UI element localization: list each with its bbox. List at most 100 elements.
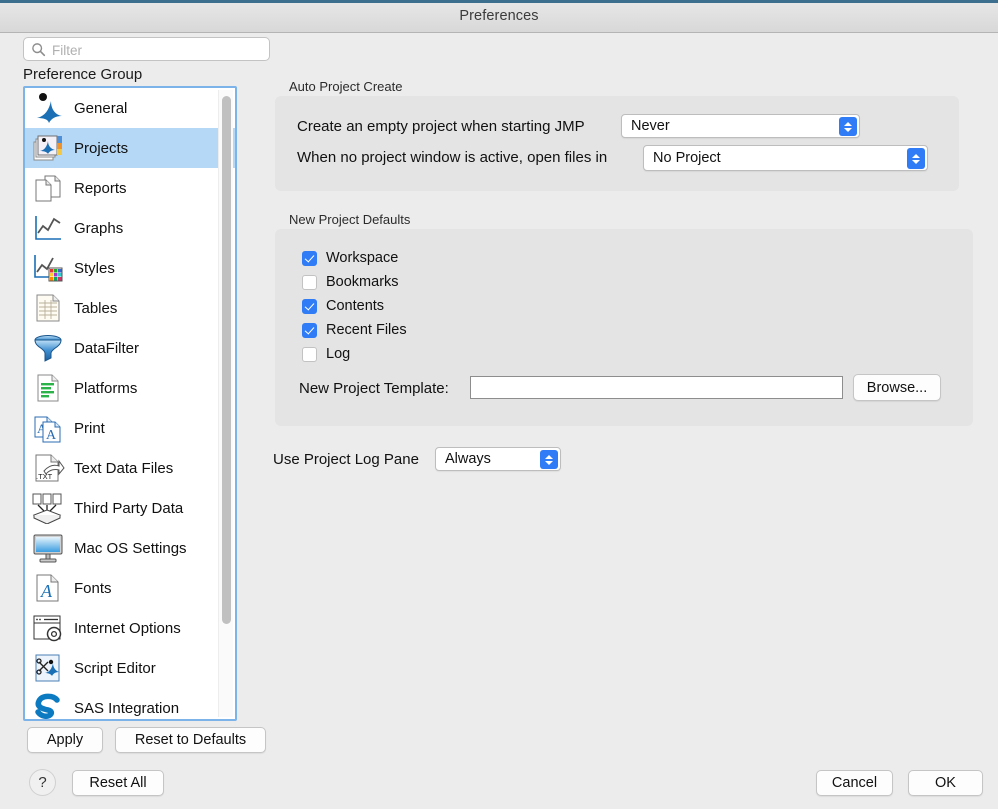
search-input[interactable] [50, 38, 269, 62]
new-project-defaults-title: New Project Defaults [289, 212, 410, 227]
table-document-icon [28, 290, 68, 326]
sidebar-item-label: Reports [74, 180, 127, 197]
checkbox-label-contents: Contents [326, 298, 384, 314]
sidebar-item-label: Styles [74, 260, 115, 277]
projects-stack-icon [28, 130, 68, 166]
browse-button[interactable]: Browse... [853, 374, 941, 401]
use-project-log-pane-value: Always [445, 451, 491, 467]
ok-button[interactable]: OK [908, 770, 983, 796]
sidebar-item-label: Tables [74, 300, 117, 317]
sidebar-item-text-data-files[interactable]: .TXT Text Data Files [25, 448, 235, 488]
sidebar-item-label: DataFilter [74, 340, 139, 357]
checkbox-contents[interactable] [302, 299, 317, 314]
checkbox-recent-files[interactable] [302, 323, 317, 338]
sidebar-scrollbar-thumb[interactable] [222, 96, 231, 624]
chevron-updown-icon[interactable] [907, 148, 925, 169]
reset-to-defaults-button[interactable]: Reset to Defaults [115, 727, 266, 753]
create-empty-project-value: Never [631, 118, 670, 134]
sidebar-item-platforms[interactable]: Platforms [25, 368, 235, 408]
preference-group-list[interactable]: General Projects Reports Graphs Styles Tables… [23, 86, 237, 721]
third-party-import-icon [28, 490, 68, 526]
sidebar-item-label: Internet Options [74, 620, 181, 637]
preference-group-list-inner: General Projects Reports Graphs Styles Tables… [25, 88, 235, 719]
title-bar-accent-line [0, 0, 998, 3]
create-empty-project-label: Create an empty project when starting JM… [297, 118, 585, 135]
green-list-document-icon [28, 370, 68, 406]
print-pages-icon: AA [28, 410, 68, 446]
script-scissors-icon [28, 650, 68, 686]
reset-all-button[interactable]: Reset All [72, 770, 164, 796]
checkbox-row-contents[interactable]: Contents [302, 297, 384, 315]
checkbox-workspace[interactable] [302, 251, 317, 266]
checkbox-label-log: Log [326, 346, 350, 362]
chevron-updown-icon[interactable] [839, 117, 857, 136]
sidebar-item-label: Platforms [74, 380, 137, 397]
open-files-in-label: When no project window is active, open f… [297, 149, 607, 166]
sidebar-item-label: Script Editor [74, 660, 156, 677]
sidebar-item-label: General [74, 100, 127, 117]
sidebar-item-label: Mac OS Settings [74, 540, 187, 557]
use-project-log-pane-dropdown[interactable]: Always [435, 447, 561, 471]
svg-text:A: A [46, 428, 57, 443]
sidebar-item-fonts[interactable]: A Fonts [25, 568, 235, 608]
auto-project-create-group [275, 96, 959, 191]
checkbox-label-workspace: Workspace [326, 250, 398, 266]
help-button[interactable]: ? [29, 769, 56, 796]
new-project-template-input[interactable] [470, 376, 843, 399]
checkbox-log[interactable] [302, 347, 317, 362]
chevron-updown-icon[interactable] [540, 450, 558, 469]
sidebar-item-internet-options[interactable]: Internet Options [25, 608, 235, 648]
window-title: Preferences [0, 8, 998, 24]
checkbox-row-recent-files[interactable]: Recent Files [302, 321, 407, 339]
sidebar-item-script-editor[interactable]: Script Editor [25, 648, 235, 688]
line-chart-icon [28, 210, 68, 246]
sidebar-item-sas-integration[interactable]: SAS Integration [25, 688, 235, 719]
sidebar-item-graphs[interactable]: Graphs [25, 208, 235, 248]
txt-import-icon: .TXT [28, 450, 68, 486]
sidebar-item-styles[interactable]: Styles [25, 248, 235, 288]
open-files-in-value: No Project [653, 150, 721, 166]
checkbox-row-bookmarks[interactable]: Bookmarks [302, 273, 399, 291]
new-project-template-label: New Project Template: [299, 380, 449, 397]
preference-group-label: Preference Group [23, 66, 142, 83]
sidebar-item-label: Print [74, 420, 105, 437]
sidebar-item-mac-os-settings[interactable]: Mac OS Settings [25, 528, 235, 568]
sidebar-item-third-party-data[interactable]: Third Party Data [25, 488, 235, 528]
jmp-star-icon [28, 90, 68, 126]
checkbox-row-log[interactable]: Log [302, 345, 350, 363]
sidebar-item-label: Text Data Files [74, 460, 173, 477]
sidebar-item-label: Graphs [74, 220, 123, 237]
sidebar-item-reports[interactable]: Reports [25, 168, 235, 208]
checkbox-label-recent-files: Recent Files [326, 322, 407, 338]
monitor-icon [28, 530, 68, 566]
sidebar-item-label: SAS Integration [74, 700, 179, 717]
sidebar-item-tables[interactable]: Tables [25, 288, 235, 328]
browser-gear-icon [28, 610, 68, 646]
sidebar-item-datafilter[interactable]: DataFilter [25, 328, 235, 368]
svg-text:A: A [40, 581, 53, 601]
chart-palette-icon [28, 250, 68, 286]
use-project-log-pane-label: Use Project Log Pane [273, 451, 419, 468]
sidebar-item-projects[interactable]: Projects [25, 128, 235, 168]
sidebar-item-label: Projects [74, 140, 128, 157]
checkbox-bookmarks[interactable] [302, 275, 317, 290]
sidebar-scrollbar[interactable] [218, 90, 233, 717]
sidebar-item-general[interactable]: General [25, 88, 235, 128]
sidebar-item-label: Fonts [74, 580, 112, 597]
create-empty-project-dropdown[interactable]: Never [621, 114, 860, 138]
open-files-in-dropdown[interactable]: No Project [643, 145, 928, 171]
documents-icon [28, 170, 68, 206]
cancel-button[interactable]: Cancel [816, 770, 893, 796]
sidebar-item-label: Third Party Data [74, 500, 183, 517]
apply-button[interactable]: Apply [27, 727, 103, 753]
checkbox-label-bookmarks: Bookmarks [326, 274, 399, 290]
filter-field-wrapper[interactable] [23, 37, 270, 61]
font-a-document-icon: A [28, 570, 68, 606]
sidebar-item-print[interactable]: AA Print [25, 408, 235, 448]
checkbox-row-workspace[interactable]: Workspace [302, 249, 398, 267]
auto-project-create-title: Auto Project Create [289, 79, 402, 94]
funnel-icon [28, 330, 68, 366]
sas-logo-icon [28, 690, 68, 719]
svg-text:.TXT: .TXT [36, 472, 53, 481]
search-icon [31, 42, 46, 57]
